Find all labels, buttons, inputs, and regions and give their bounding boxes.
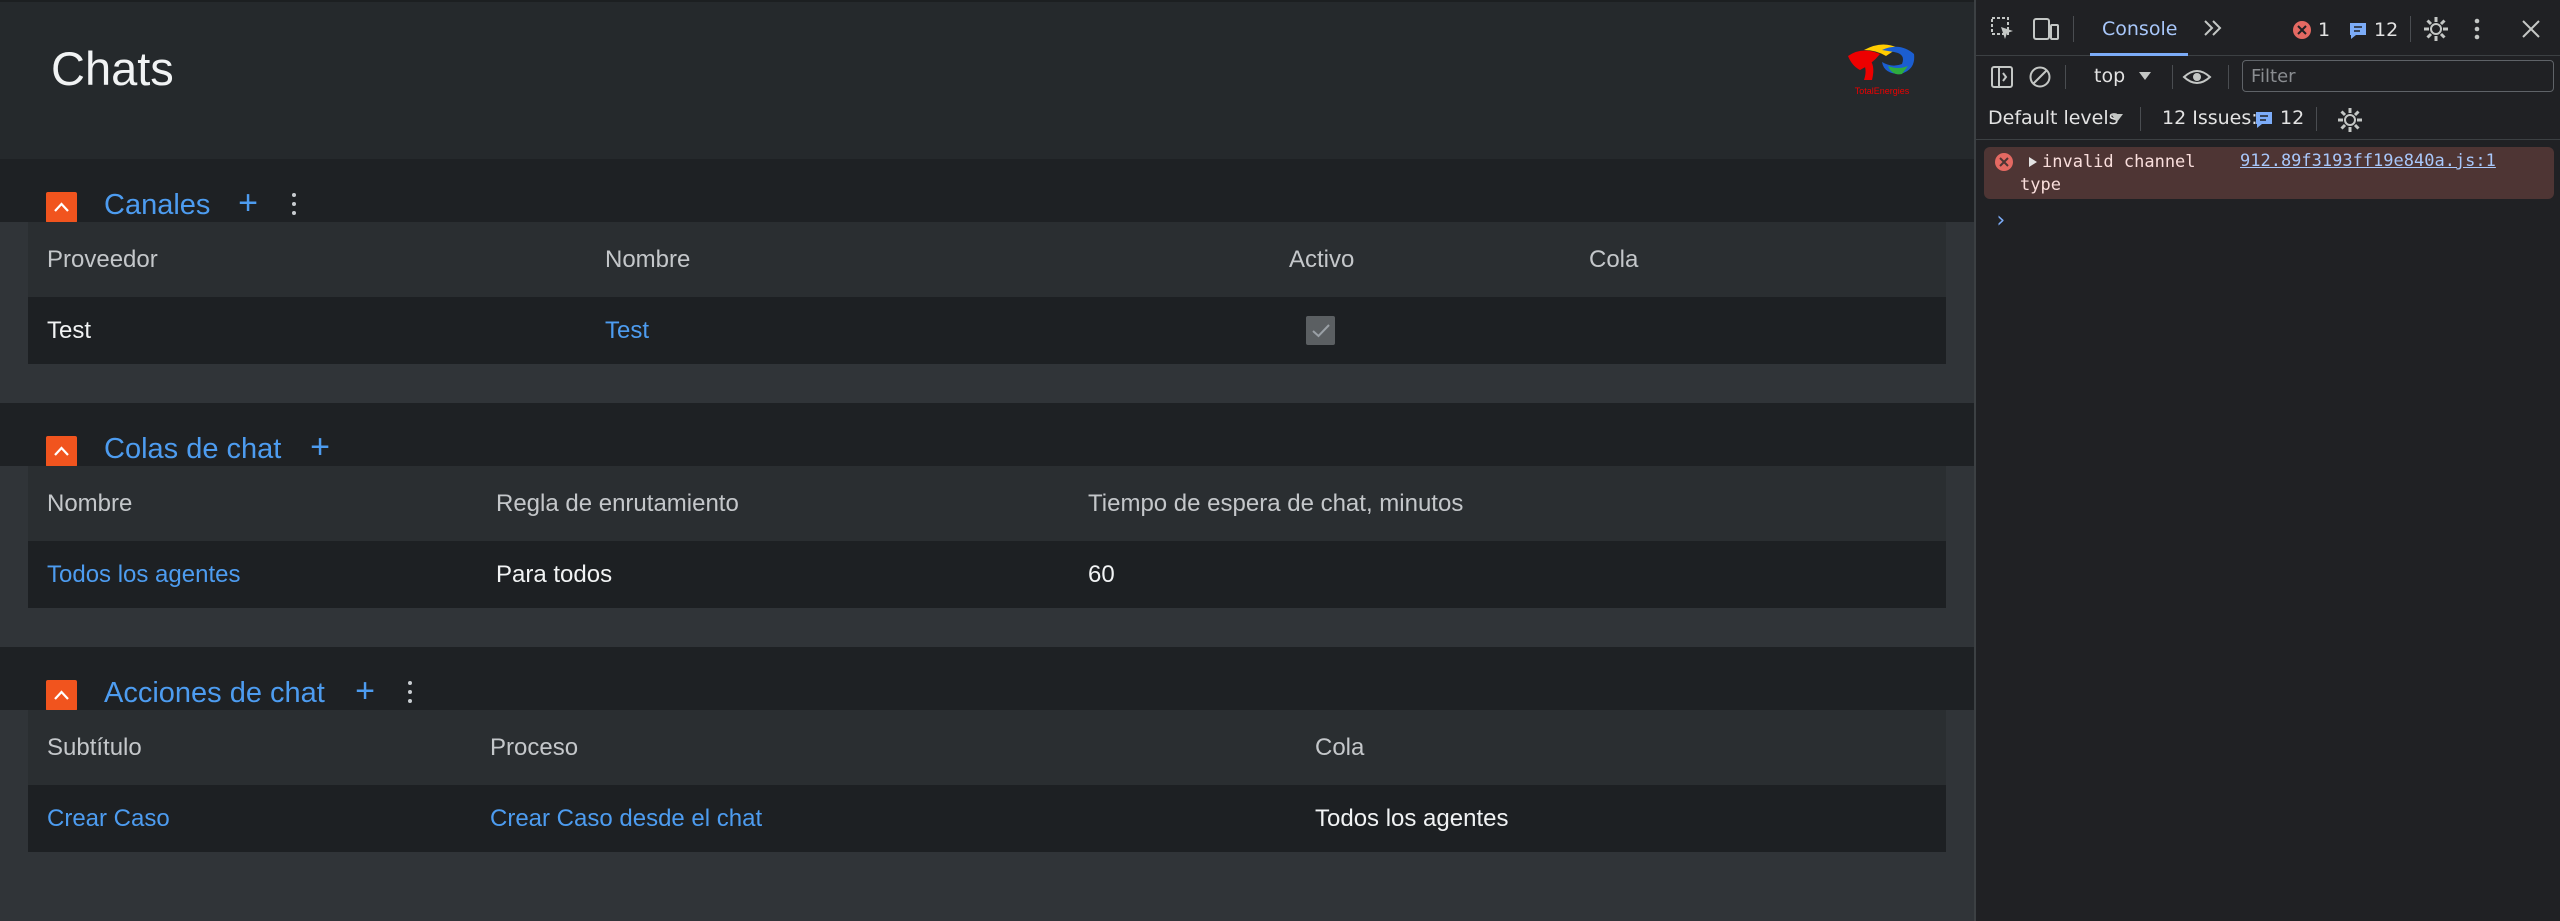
separator <box>2410 16 2411 42</box>
section-head: Canales + <box>0 159 1974 223</box>
message-count-icon[interactable] <box>2348 21 2368 41</box>
app-main: Chats TotalEnergies Canales + Proveedor … <box>0 0 1974 921</box>
error-count: 1 <box>2318 19 2331 41</box>
cell-rule: Para todos <box>496 560 613 588</box>
live-expression-eye-icon[interactable] <box>2182 67 2212 87</box>
section-channels: Canales + Proveedor Nombre Activo Cola T… <box>0 159 1974 401</box>
issues-message-icon[interactable] <box>2254 110 2274 130</box>
filter-input[interactable] <box>2243 61 2553 91</box>
cell-process-link[interactable]: Crear Caso desde el chat <box>490 785 762 852</box>
console-prompt[interactable]: › <box>1994 208 2007 233</box>
actions-menu-icon[interactable] <box>401 678 419 710</box>
devtools-panel: Console 1 12 top Filter Default levels 1… <box>1974 0 2560 921</box>
column-header[interactable]: Nombre <box>47 466 132 541</box>
channels-grid: Proveedor Nombre Activo Cola Test Test <box>28 222 1946 364</box>
console-settings-gear-icon[interactable] <box>2337 107 2363 133</box>
separator <box>2316 107 2317 131</box>
separator <box>2065 65 2066 89</box>
logo-text: TotalEnergies <box>1855 86 1910 96</box>
table-row[interactable]: Crear Caso Crear Caso desde el chat Todo… <box>28 785 1946 852</box>
error-message-line: type <box>2020 175 2061 195</box>
section-head: Acciones de chat + <box>0 647 1974 711</box>
issues-label[interactable]: 12 Issues: <box>2162 107 2258 129</box>
separator <box>2073 16 2074 42</box>
error-message-line: invalid channel <box>2042 152 2196 172</box>
page-title: Chats <box>51 42 174 95</box>
device-toolbar-icon[interactable] <box>2032 16 2060 42</box>
add-channel-button[interactable]: + <box>233 186 263 222</box>
collapse-actions-button[interactable] <box>46 680 77 711</box>
devtools-toolbar: Console 1 12 <box>1976 0 2560 56</box>
error-source-link[interactable]: 912.89f3193ff19e840a.js:1 <box>2240 151 2496 171</box>
grid-header: Proveedor Nombre Activo Cola <box>28 222 1946 297</box>
queues-grid: Nombre Regla de enrutamiento Tiempo de e… <box>28 466 1946 608</box>
cell-wait: 60 <box>1088 560 1115 588</box>
grid-header: Subtítulo Proceso Cola <box>28 710 1946 785</box>
cell-name-link[interactable]: Todos los agentes <box>47 541 240 608</box>
tab-label: Console <box>2102 18 2178 40</box>
column-header[interactable]: Tiempo de espera de chat, minutos <box>1088 466 1463 541</box>
column-header[interactable]: Proveedor <box>47 222 158 297</box>
expand-triangle-icon[interactable] <box>2028 156 2038 168</box>
column-header[interactable]: Nombre <box>605 222 690 297</box>
actions-grid: Subtítulo Proceso Cola Crear Caso Crear … <box>28 710 1946 852</box>
error-count-icon[interactable] <box>2292 20 2312 40</box>
more-tabs-icon[interactable] <box>2202 18 2224 38</box>
chevron-up-icon <box>54 446 69 456</box>
dropdown-arrow-icon[interactable] <box>2138 71 2152 81</box>
column-header[interactable]: Subtítulo <box>47 710 142 785</box>
cell-active <box>1306 297 1335 364</box>
separator <box>2172 65 2173 89</box>
section-head: Colas de chat + <box>0 403 1974 467</box>
error-icon <box>1995 153 2013 171</box>
clear-console-icon[interactable] <box>2028 65 2052 89</box>
context-selector[interactable]: top <box>2094 65 2125 87</box>
check-icon <box>1311 323 1330 337</box>
column-header[interactable]: Activo <box>1289 222 1354 297</box>
filter-field[interactable] <box>2242 60 2554 92</box>
column-header[interactable]: Cola <box>1589 222 1638 297</box>
console-toolbar: top <box>1976 56 2560 98</box>
levels-dropdown[interactable]: Default levels <box>1988 107 2119 129</box>
grid-header: Nombre Regla de enrutamiento Tiempo de e… <box>28 466 1946 541</box>
page-header: Chats TotalEnergies <box>0 0 1974 159</box>
column-header[interactable]: Regla de enrutamiento <box>496 466 739 541</box>
active-checkbox[interactable] <box>1306 316 1335 345</box>
column-header[interactable]: Cola <box>1315 710 1364 785</box>
separator <box>2140 107 2141 131</box>
table-row[interactable]: Test Test <box>28 297 1946 364</box>
message-count: 12 <box>2374 19 2399 41</box>
settings-gear-icon[interactable] <box>2423 16 2449 42</box>
console-error-entry[interactable]: invalid channel type 912.89f3193ff19e840… <box>1984 147 2554 199</box>
section-actions: Acciones de chat + Subtítulo Proceso Col… <box>0 647 1974 889</box>
close-icon[interactable] <box>2520 18 2542 40</box>
more-options-icon[interactable] <box>2472 16 2482 42</box>
add-queue-button[interactable]: + <box>305 430 335 466</box>
column-header[interactable]: Proceso <box>490 710 578 785</box>
inspect-element-icon[interactable] <box>1990 16 2016 42</box>
chevron-up-icon <box>54 690 69 700</box>
cell-provider: Test <box>47 316 92 344</box>
totalenergies-logo: TotalEnergies <box>1848 44 1915 96</box>
issues-count: 12 <box>2280 107 2305 129</box>
cell-queue: Todos los agentes <box>1315 804 1509 832</box>
levels-toolbar: Default levels 12 Issues: 12 <box>1976 98 2560 140</box>
section-queues: Colas de chat + Nombre Regla de enrutami… <box>0 403 1974 645</box>
collapse-channels-button[interactable] <box>46 192 77 223</box>
section-title: Acciones de chat <box>104 677 325 709</box>
channels-menu-icon[interactable] <box>285 190 303 222</box>
collapse-queues-button[interactable] <box>46 436 77 467</box>
chevron-up-icon <box>54 202 69 212</box>
dropdown-arrow-icon[interactable] <box>2110 113 2124 123</box>
section-title: Canales <box>104 189 211 221</box>
cell-subtitle-link[interactable]: Crear Caso <box>47 785 170 852</box>
section-title: Colas de chat <box>104 433 282 465</box>
error-message: invalid channel type <box>2020 151 2196 197</box>
sidebar-toggle-icon[interactable] <box>1990 65 2014 89</box>
table-row[interactable]: Todos los agentes Para todos 60 <box>28 541 1946 608</box>
cell-name-link[interactable]: Test <box>605 297 649 364</box>
separator <box>2228 65 2229 89</box>
add-action-button[interactable]: + <box>350 674 380 710</box>
tab-console[interactable]: Console <box>2090 0 2188 56</box>
